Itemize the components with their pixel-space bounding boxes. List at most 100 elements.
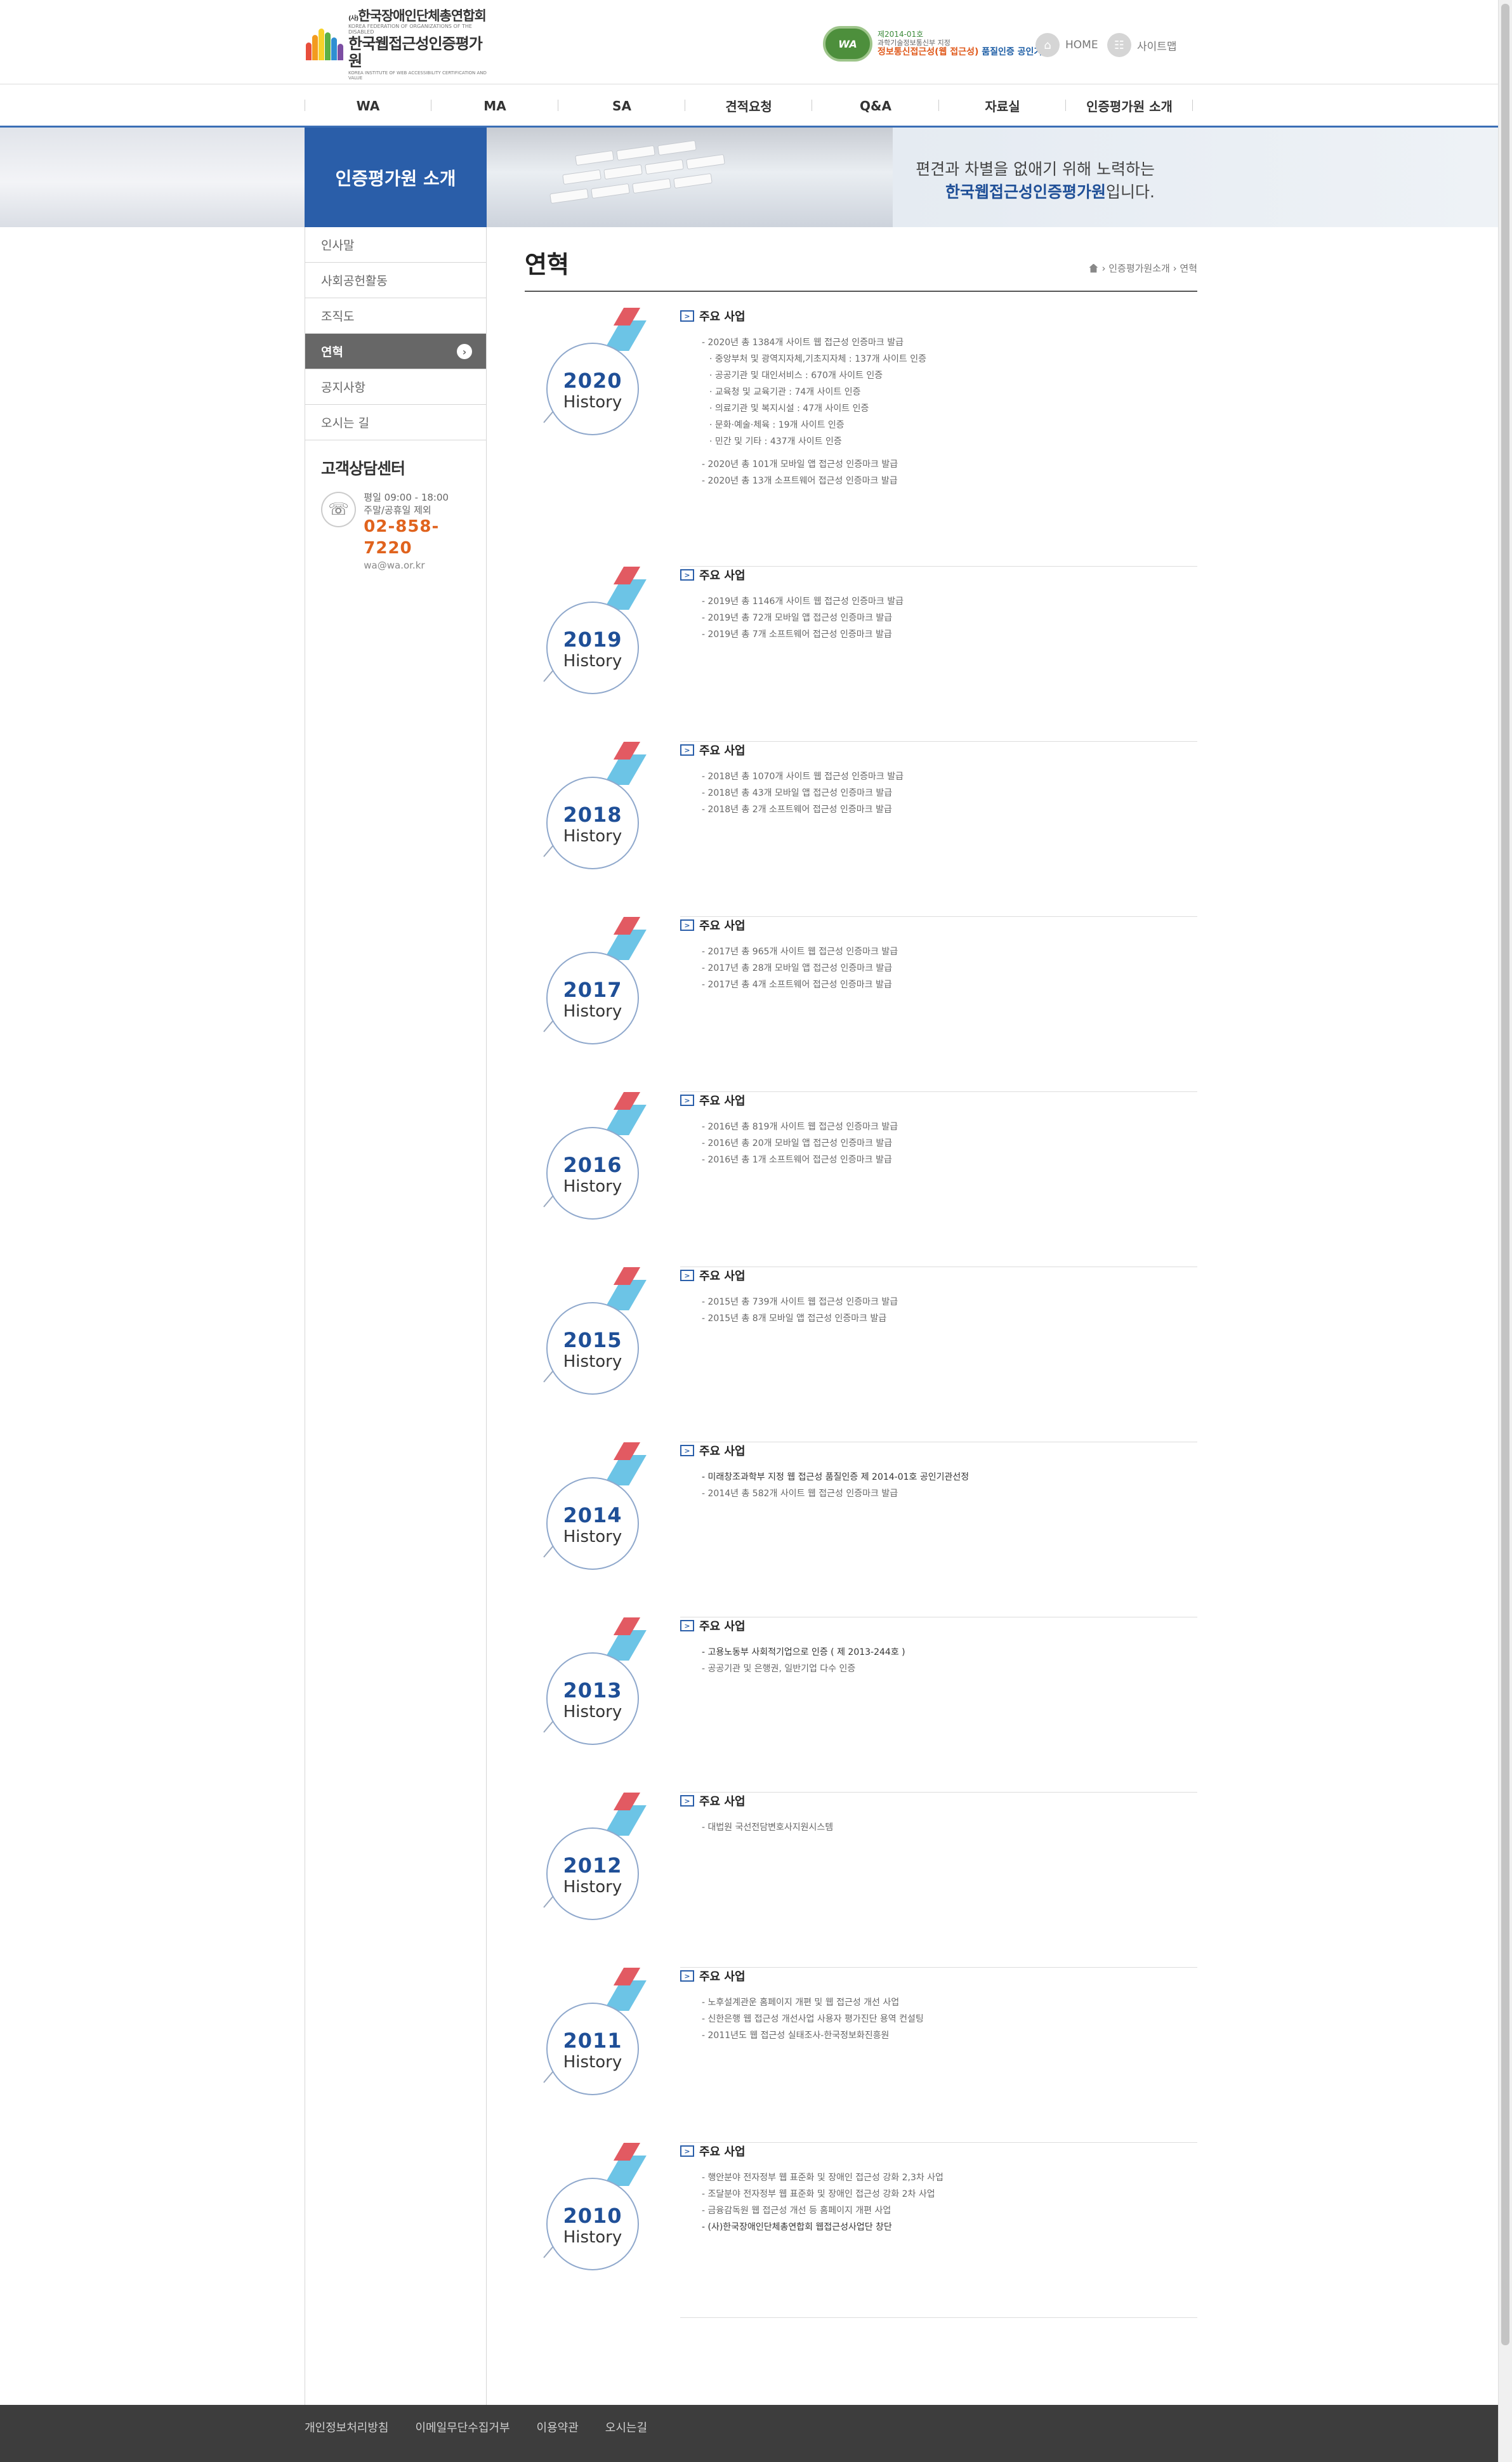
logo-brand-name: 한국웹접근성인증평가원 (348, 34, 483, 70)
logo-org-name: 한국장애인단체총연합회 (358, 8, 487, 24)
site-header: (사)한국장애인단체총연합회 KOREA FEDERATION OF ORGAN… (0, 0, 1498, 84)
scrollbar-thumb[interactable] (1501, 4, 1509, 2345)
sitemap-icon: ☷ (1107, 33, 1131, 57)
event-item: - 2018년 총 1070개 사이트 웹 접근성 인증마크 발급 (702, 772, 904, 782)
customer-center-title: 고객상담센터 (321, 459, 405, 478)
footer-directions-link[interactable]: 오시는길 (605, 2419, 647, 2435)
chevron-right-icon: > (680, 2145, 694, 2157)
home-icon: ⌂ (1035, 33, 1060, 57)
customer-center: 고객상담센터 ☏ 평일 09:00 - 18:00 주말/공휴일 제외 02-8… (305, 440, 486, 572)
section-heading: > 주요 사업 (680, 2143, 943, 2159)
sidebar-item-label: 인사말 (321, 239, 355, 253)
footer-email-refusal-link[interactable]: 이메일무단수집거부 (415, 2419, 509, 2435)
nav-wa[interactable]: WA (305, 86, 431, 126)
banner-left-image (0, 128, 305, 227)
banner-copy-line1: 편견과 차별을 없애기 위해 노력하는 (916, 160, 1155, 178)
chevron-right-icon: > (680, 919, 694, 931)
event-item: - 2017년 총 965개 사이트 웹 접근성 인증마크 발급 (702, 947, 898, 957)
history-label: History (563, 1878, 622, 1897)
event-item: - 2011년도 웹 접근성 실태조사-한국정보화진흥원 (702, 2031, 890, 2041)
event-item: - 2020년 총 101개 모바일 앱 접근성 인증마크 발급 (702, 459, 898, 470)
banner-copy-strong: 한국웹접근성인증평가원 (945, 183, 1107, 202)
history-year-block: 2018 History > 주요 사업 - 2018년 총 1070개 사이트 웹 접… (525, 742, 1197, 917)
history-events: > 주요 사업 - 고용노동부 사회적기업으로 인증 ( 제 2013-244호 )… (680, 1617, 905, 1677)
year-emblem: 2011 History (543, 1968, 658, 2095)
sub-banner: 인증평가원 소개 편견과 차별을 없애기 위해 노력하는 한국웹접근성인증평가원… (0, 128, 1498, 227)
history-year: 2012 (563, 1853, 622, 1878)
event-item: - 2019년 총 7개 소프트웨어 접근성 인증마크 발급 (702, 629, 892, 640)
sidebar-item-history[interactable]: 연혁 › (305, 334, 486, 369)
year-emblem: 2014 History (543, 1442, 658, 1570)
cs-email[interactable]: wa@wa.or.kr (364, 560, 486, 572)
nav-sa[interactable]: SA (558, 86, 685, 126)
section-heading: > 주요 사업 (680, 1968, 924, 1984)
sitemap-label: 사이트맵 (1137, 40, 1177, 53)
event-list: - 고용노동부 사회적기업으로 인증 ( 제 2013-244호 ) - 공공기관… (680, 1644, 905, 1677)
nav-estimate[interactable]: 견적요청 (685, 86, 812, 126)
home-link[interactable]: ⌂ HOME (1035, 33, 1098, 57)
history-events: > 주요 사업 - 노후설계관운 홈페이지 개편 및 웹 접근성 개선 사업 - 신한… (680, 1968, 924, 2044)
cs-holiday: 주말/공휴일 제외 (364, 504, 431, 516)
history-label: History (563, 1527, 622, 1546)
phone-icon: ☏ (321, 492, 357, 527)
scrollbar[interactable] (1498, 0, 1512, 2462)
year-emblem: 2020 History (543, 308, 658, 435)
history-events: > 주요 사업 - 2019년 총 1146개 사이트 웹 접근성 인증마크 발급 -… (680, 567, 904, 643)
breadcrumb-item[interactable]: 인증평가원소개 (1108, 261, 1170, 275)
history-label: History (563, 652, 622, 671)
cs-hours: 평일 09:00 - 18:00 (364, 492, 449, 503)
nav-about[interactable]: 인증평가원 소개 (1066, 86, 1193, 126)
footer-privacy-link[interactable]: 개인정보처리방침 (305, 2419, 388, 2435)
chevron-right-icon: > (680, 1270, 694, 1281)
event-item: - 행안분야 전자정부 웹 표준화 및 장애인 접근성 강화 2,3차 사업 (702, 2173, 943, 2183)
event-item: - 2015년 총 739개 사이트 웹 접근성 인증마크 발급 (702, 1297, 898, 1307)
history-year-block: 2013 History > 주요 사업 - 고용노동부 사회적기업으로 인증 ( 제 … (525, 1617, 1197, 1793)
event-item: - 노후설계관운 홈페이지 개편 및 웹 접근성 개선 사업 (702, 1998, 900, 2008)
nav-qna[interactable]: Q&A (812, 86, 939, 126)
section-heading: > 주요 사업 (680, 567, 904, 583)
page-title: 연혁 (525, 251, 569, 279)
cs-phone-number: 02-858-7220 (364, 517, 440, 558)
section-heading-label: 주요 사업 (699, 1095, 746, 1108)
banner-copy-rest: 입니다. (1106, 183, 1155, 202)
event-item: - 2020년 총 1384개 사이트 웹 접근성 인증마크 발급 (702, 338, 904, 348)
event-list: - 2015년 총 739개 사이트 웹 접근성 인증마크 발급 - 2015년 … (680, 1294, 898, 1327)
sidebar-item-label: 공지사항 (321, 381, 365, 395)
logo-org-english: KOREA FEDERATION OF ORGANIZATIONS OF THE… (348, 23, 472, 36)
sidebar-item-directions[interactable]: 오시는 길 (305, 405, 486, 440)
sidebar-item-label: 사회공헌활동 (321, 274, 388, 288)
section-heading-label: 주요 사업 (699, 1795, 746, 1808)
event-item: - 2019년 총 1146개 사이트 웹 접근성 인증마크 발급 (702, 596, 904, 607)
event-list: - 2016년 총 819개 사이트 웹 접근성 인증마크 발급 - 2016년 … (680, 1119, 898, 1168)
footer-terms-link[interactable]: 이용약관 (537, 2419, 579, 2435)
site-logo[interactable]: (사)한국장애인단체총연합회 KOREA FEDERATION OF ORGAN… (305, 8, 495, 81)
section-heading-label: 주요 사업 (699, 1445, 746, 1458)
year-emblem: 2012 History (543, 1793, 658, 1920)
event-item: - 2016년 총 819개 사이트 웹 접근성 인증마크 발급 (702, 1122, 898, 1132)
event-item: - 고용노동부 사회적기업으로 인증 ( 제 2013-244호 ) (702, 1647, 905, 1657)
sidebar-item-greeting[interactable]: 인사말 (305, 227, 486, 263)
sidebar-item-social-contribution[interactable]: 사회공헌활동 (305, 263, 486, 298)
year-emblem: 2017 History (543, 917, 658, 1044)
event-list: - 2019년 총 1146개 사이트 웹 접근성 인증마크 발급 - 2019년… (680, 593, 904, 643)
section-heading-label: 주요 사업 (699, 744, 746, 758)
sidebar-item-notice[interactable]: 공지사항 (305, 369, 486, 405)
history-year-block: 2016 History > 주요 사업 - 2016년 총 819개 사이트 웹 접근… (525, 1092, 1197, 1267)
history-year: 2020 (563, 369, 622, 393)
home-icon[interactable] (1089, 263, 1098, 273)
sitemap-link[interactable]: ☷ 사이트맵 (1107, 33, 1177, 57)
history-year-block: 2012 History > 주요 사업 - 대법원 국선전담변호사지원시스템 (525, 1793, 1197, 1968)
section-heading-label: 주요 사업 (699, 2145, 746, 2159)
wa-certification-icon: WA (823, 26, 872, 62)
event-list: - 2017년 총 965개 사이트 웹 접근성 인증마크 발급 - 2017년 … (680, 944, 898, 993)
section-heading: > 주요 사업 (680, 308, 926, 324)
nav-resources[interactable]: 자료실 (939, 86, 1066, 126)
sidebar-item-label: 연혁 (321, 345, 343, 359)
history-year-block: 2017 History > 주요 사업 - 2017년 총 965개 사이트 웹 접근… (525, 917, 1197, 1092)
nav-ma[interactable]: MA (431, 86, 558, 126)
history-label: History (563, 1352, 622, 1371)
event-list: - 미래창조과학부 지정 웹 접근성 품질인증 제 2014-01호 공인기관선… (680, 1469, 969, 1502)
sidebar-item-organization[interactable]: 조직도 (305, 298, 486, 334)
section-heading-label: 주요 사업 (699, 1270, 746, 1283)
chevron-right-icon: > (680, 1795, 694, 1807)
